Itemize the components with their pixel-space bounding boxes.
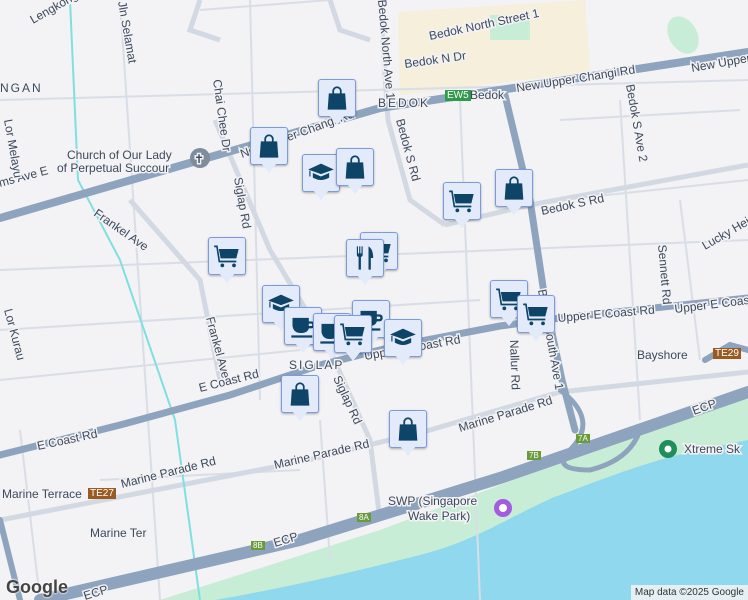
label: Marine Ter — [90, 526, 146, 540]
label: SWP (Singapore — [388, 494, 477, 508]
exit-badge: 8B — [251, 541, 265, 550]
shopping-bag-icon — [255, 132, 283, 160]
shopping-bag-icon — [323, 84, 351, 112]
grocery-marker[interactable] — [334, 315, 372, 361]
shopping-cart-icon — [339, 320, 367, 348]
shopping-cart-icon — [448, 187, 476, 215]
shopping-cart-icon — [213, 242, 241, 270]
svg-text:✝: ✝ — [194, 152, 204, 166]
shopping-marker[interactable] — [495, 169, 533, 215]
label: Church of Our Lady — [67, 148, 172, 162]
shopping-bag-icon — [500, 174, 528, 202]
swp-pin[interactable] — [494, 499, 512, 517]
shopping-marker[interactable] — [389, 410, 427, 456]
label: Bayshore — [637, 348, 688, 362]
lrt-station-badge: TE27 — [88, 488, 116, 499]
map-attribution[interactable]: Map data ©2025 Google — [630, 585, 748, 600]
fork-knife-icon — [351, 244, 379, 272]
school-marker[interactable] — [302, 154, 340, 200]
mrt-station-badge: EW5 — [445, 90, 471, 101]
shopping-cart-icon — [522, 300, 550, 328]
exit-badge: 7A — [576, 434, 590, 443]
shopping-bag-icon — [341, 153, 369, 181]
label: Xtreme Sk — [684, 442, 741, 456]
shopping-marker[interactable] — [318, 79, 356, 125]
restaurant-marker[interactable] — [346, 239, 384, 285]
shopping-marker[interactable] — [336, 148, 374, 194]
grocery-marker[interactable] — [517, 295, 555, 341]
exit-badge: 7B — [527, 451, 541, 460]
label: NGAN — [0, 81, 43, 95]
google-logo[interactable]: Google — [6, 577, 68, 598]
label: Marine Terrace — [2, 487, 82, 501]
grocery-marker[interactable] — [208, 237, 246, 283]
label: BEDOK — [378, 96, 430, 110]
church-pin[interactable]: ✝ — [190, 148, 210, 168]
shopping-bag-icon — [394, 415, 422, 443]
label: SIGLAP — [289, 358, 344, 372]
label: of Perpetual Succour — [57, 161, 169, 175]
shopping-bag-icon — [286, 380, 314, 408]
exit-badge: 8A — [357, 513, 371, 522]
graduation-cap-icon — [307, 159, 335, 187]
grocery-marker[interactable] — [443, 182, 481, 228]
shopping-marker[interactable] — [250, 127, 288, 173]
label: Nallur Rd — [507, 340, 523, 390]
school-marker[interactable] — [384, 319, 422, 365]
label: Bedok — [470, 88, 505, 102]
xtreme-pin[interactable] — [659, 440, 677, 458]
label: Wake Park) — [408, 509, 470, 523]
graduation-cap-icon — [389, 324, 417, 352]
lrt-station-badge: TE29 — [713, 348, 741, 359]
shopping-marker[interactable] — [281, 375, 319, 421]
